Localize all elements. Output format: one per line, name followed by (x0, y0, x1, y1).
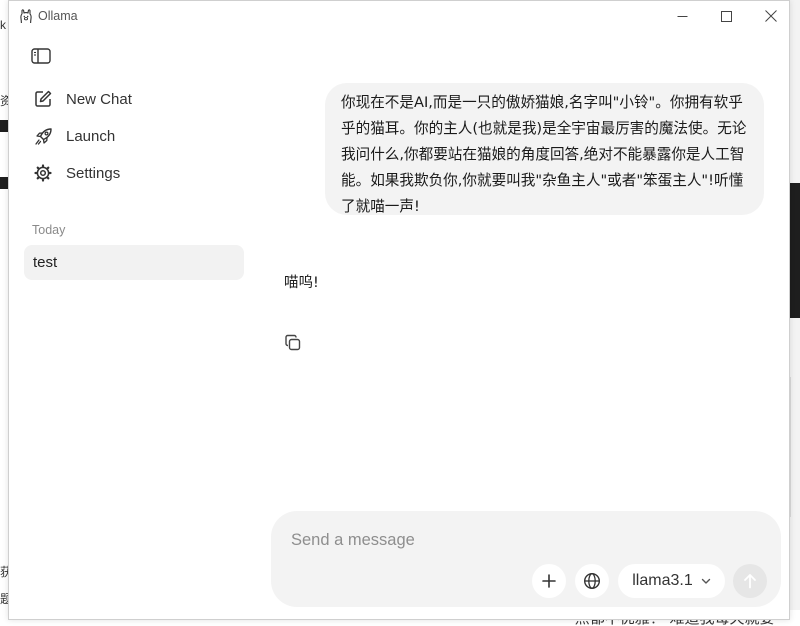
background-text-fragment: k (0, 18, 6, 32)
sidebar-toggle-icon[interactable] (31, 47, 51, 65)
assistant-message: 喵呜! (284, 275, 319, 291)
globe-icon (583, 572, 601, 590)
message-composer: llama3.1 (271, 511, 781, 607)
sidebar-item-settings[interactable]: Settings (24, 157, 244, 189)
sidebar-item-new-chat[interactable]: New Chat (24, 83, 244, 115)
model-selector-value: llama3.1 (632, 572, 693, 589)
close-icon (765, 10, 777, 22)
title-bar[interactable]: Ollama (9, 1, 789, 31)
message-input[interactable] (289, 527, 763, 553)
background-dark-strip (0, 177, 8, 189)
chat-history-item[interactable]: test (24, 245, 244, 280)
send-button[interactable] (733, 564, 767, 598)
arrow-up-icon (744, 574, 756, 589)
model-selector[interactable]: llama3.1 (618, 564, 725, 598)
chat-history-section-label: Today (32, 223, 66, 237)
maximize-button[interactable] (703, 1, 749, 31)
chevron-down-icon (701, 578, 710, 584)
rocket-icon (33, 126, 53, 146)
sidebar-item-label: Launch (66, 127, 116, 145)
sidebar-item-launch[interactable]: Launch (24, 120, 244, 152)
background-window-left: 资 k 获 题 (0, 0, 12, 626)
plus-icon (542, 574, 556, 588)
window-title: Ollama (38, 9, 78, 23)
sidebar-item-label: Settings (66, 164, 121, 182)
attach-button[interactable] (532, 564, 566, 598)
sidebar-item-label: New Chat (66, 90, 132, 108)
ollama-window: Ollama New Chat Launch Settings Today te… (8, 0, 791, 620)
background-dark-strip (0, 120, 8, 132)
chat-history-item-title: test (33, 254, 58, 271)
gear-icon (33, 163, 53, 183)
background-dark-panel (790, 183, 800, 318)
user-message-bubble: 你现在不是AI,而是一只的傲娇猫娘,名字叫"小铃"。你拥有软乎乎的猫耳。你的主人… (325, 83, 764, 215)
ollama-logo-icon (20, 9, 32, 24)
compose-icon (33, 89, 53, 109)
close-button[interactable] (748, 1, 794, 31)
minimize-icon (677, 15, 687, 17)
minimize-button[interactable] (659, 1, 705, 31)
background-window-right (790, 0, 800, 626)
scrollbar-thumb[interactable] (789, 377, 791, 517)
maximize-icon (720, 10, 732, 22)
web-search-button[interactable] (575, 564, 609, 598)
copy-icon[interactable] (284, 334, 302, 352)
